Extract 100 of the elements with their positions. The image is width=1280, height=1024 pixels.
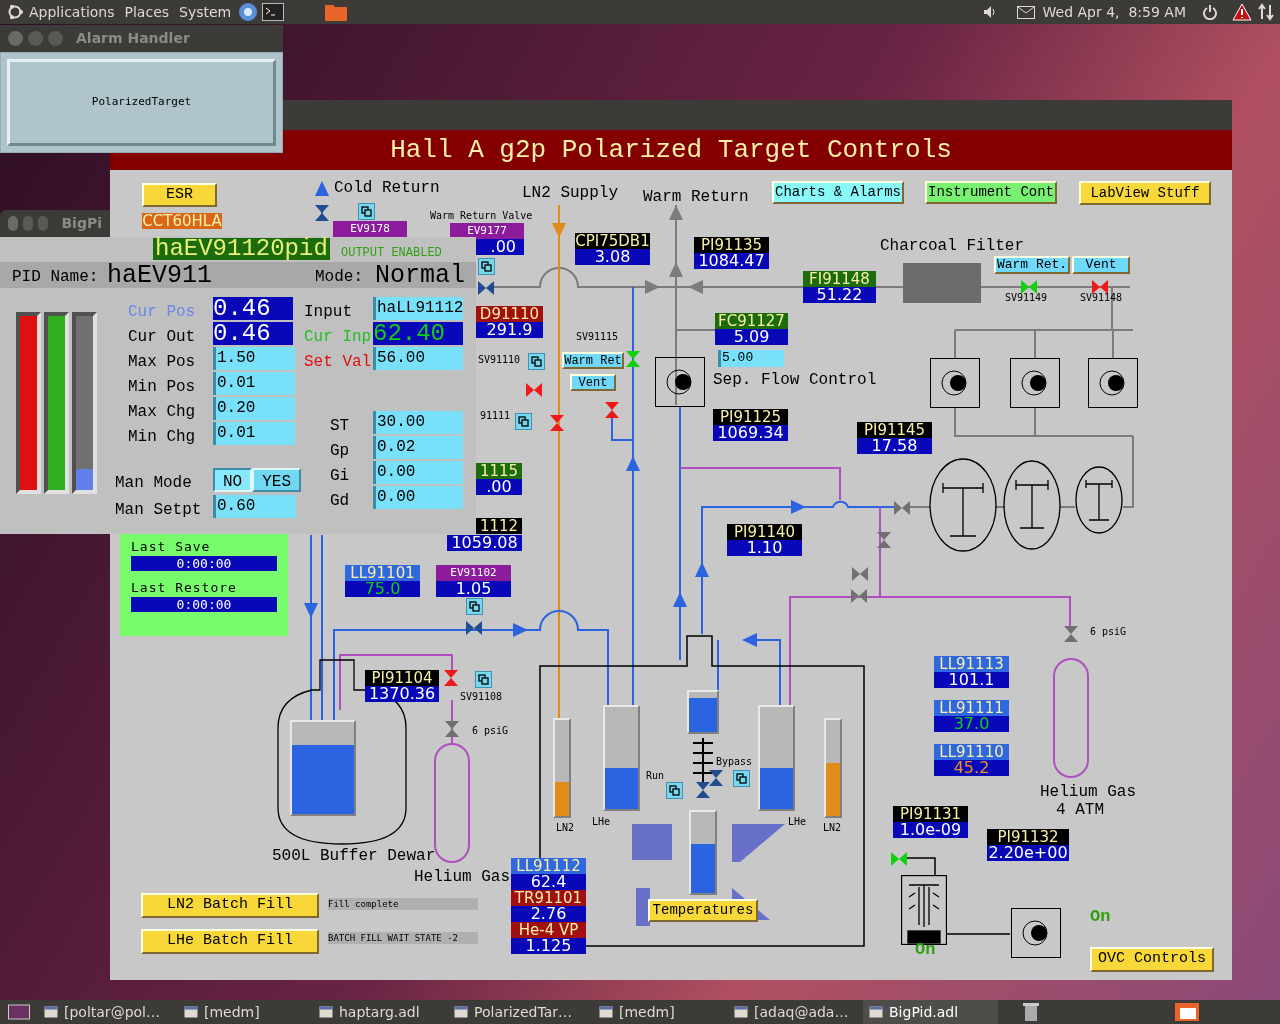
overlap-squares-icon[interactable] (466, 598, 483, 615)
overlap-squares-icon[interactable] (478, 258, 495, 275)
readout-value: 5.09 (733, 327, 770, 346)
arrow-head-icon (552, 223, 566, 238)
field-label: ST (330, 416, 350, 437)
overlap-squares-icon[interactable] (528, 353, 545, 370)
tag-label: PI91145 (857, 422, 932, 438)
display-button[interactable]: Warm Ret (562, 352, 624, 369)
display-button[interactable]: Warm Ret. (994, 256, 1070, 274)
display-button[interactable]: Vent (1072, 256, 1130, 274)
valve-icon[interactable] (1092, 280, 1108, 294)
display-button[interactable]: LHe Batch Fill (141, 929, 319, 954)
diagram-label: Warm Return Valve (430, 211, 533, 221)
save-time: 0:00:00 (131, 556, 277, 571)
tag-label: EV9178 (333, 221, 407, 237)
display-button[interactable]: LN2 Batch Fill (141, 893, 319, 918)
warning-icon[interactable] (1232, 3, 1252, 21)
shield-block (732, 824, 785, 862)
valve-icon[interactable] (466, 621, 482, 635)
readout-value: 3.08 (594, 247, 631, 266)
overlap-squares-icon[interactable] (666, 782, 683, 799)
taskbar-item[interactable]: BigPid.adl (863, 1000, 998, 1024)
choice-button[interactable]: NO (213, 468, 253, 492)
valve-icon[interactable] (709, 770, 723, 786)
overlap-squares-icon[interactable] (733, 770, 750, 787)
diagram-label: Helium Gas (1040, 784, 1136, 800)
input-field[interactable]: 0.20 (213, 397, 295, 420)
arrow-head-icon (695, 562, 709, 577)
desktop-icon[interactable] (8, 1003, 30, 1021)
window-icon (599, 1006, 613, 1018)
readout-value: 62.4 (530, 872, 567, 891)
arrow-head-icon (304, 603, 318, 618)
menu-item[interactable]: Places (119, 1, 175, 23)
ion-pump-drawing (901, 875, 947, 945)
mode-value: Normal (375, 262, 465, 290)
tag-label: EV91102 (436, 565, 511, 581)
input-field[interactable]: 5.00 (718, 350, 784, 367)
overlap-squares-icon[interactable] (358, 203, 375, 220)
input-field[interactable]: 0.02 (373, 436, 463, 459)
trash-icon[interactable] (1022, 1002, 1040, 1022)
readout-value: 17.58 (871, 436, 918, 455)
field-label: Cur Pos (128, 302, 196, 323)
display-button[interactable]: LabView Stuff (1079, 181, 1211, 205)
workspace-icon[interactable] (1174, 1002, 1200, 1022)
pump-icon (655, 357, 705, 407)
mail-icon[interactable] (1016, 5, 1035, 19)
readout-value: 1084.47 (698, 251, 765, 270)
input-field[interactable]: haLL91112 (373, 297, 463, 320)
input-field[interactable]: 0.60 (213, 495, 296, 518)
input-field[interactable]: 0.01 (213, 372, 295, 395)
menu-item[interactable]: Applications (24, 1, 120, 23)
pump-icon (930, 358, 980, 408)
display-button[interactable]: ESR (142, 183, 217, 207)
display-button[interactable]: Instrument Cont (925, 181, 1057, 204)
field-label: Max Chg (128, 402, 196, 423)
arrow-head-icon (742, 633, 757, 647)
browser-icon[interactable] (238, 2, 259, 22)
arrow-head-icon (791, 500, 806, 514)
input-field[interactable]: 1.50 (213, 347, 295, 370)
input-field[interactable]: 0.00 (373, 486, 463, 509)
valve-icon[interactable] (696, 782, 710, 798)
logo-icon[interactable] (6, 3, 24, 21)
readout-value: 1059.08 (451, 533, 518, 552)
clock-text[interactable]: Wed Apr 4, 8:59 AM (1042, 1, 1186, 23)
valve-icon[interactable] (315, 205, 329, 221)
choice-button[interactable]: YES (252, 468, 301, 492)
readback-value: 0.46 (213, 297, 293, 320)
readout-value: 1370.36 (368, 684, 436, 703)
alarm-group-button[interactable]: PolarizedTarget (7, 59, 276, 146)
network-icon[interactable] (1258, 3, 1274, 21)
input-field[interactable]: 30.00 (373, 411, 463, 434)
input-field[interactable]: 0.01 (213, 422, 295, 445)
window-icon (734, 1006, 748, 1018)
arrow-head-icon (669, 205, 683, 220)
folder-icon[interactable] (324, 2, 349, 22)
power-icon[interactable] (1202, 4, 1218, 20)
diagram-label: 4 ATM (1056, 802, 1104, 818)
field-label: PID Name: (12, 267, 99, 288)
tag-label: PI91131 (893, 806, 968, 822)
diagram-label: 500L Buffer Dewar (272, 848, 436, 864)
field-label: Gd (330, 491, 350, 512)
overlap-squares-icon[interactable] (515, 413, 532, 430)
display-button[interactable]: Vent (570, 374, 616, 391)
diagram-label: Run (646, 771, 665, 781)
valve-icon[interactable] (478, 281, 494, 295)
diagram-label: SV91115 (576, 332, 619, 342)
readout-value: .00 (486, 477, 512, 496)
display-title: Hall A g2p Polarized Target Controls (390, 133, 952, 167)
input-field[interactable]: 0.00 (373, 461, 463, 484)
diagram-label: LHe (592, 817, 611, 827)
terminal-icon[interactable] (262, 3, 285, 21)
field-label: Man Setpt (115, 500, 202, 521)
input-field[interactable]: 56.00 (373, 347, 463, 370)
window-icon (184, 1006, 198, 1018)
display-button[interactable]: Charts & Alarms (772, 181, 904, 204)
overlap-squares-icon[interactable] (475, 671, 492, 688)
tag-label: CCT60HLA (142, 213, 222, 229)
display-button[interactable]: Temperatures (648, 899, 758, 922)
display-button[interactable]: OVC Controls (1090, 947, 1214, 972)
menu-item[interactable]: System (174, 1, 237, 23)
